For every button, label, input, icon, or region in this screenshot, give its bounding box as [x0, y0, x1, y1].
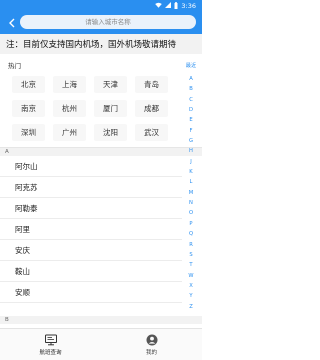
index-item[interactable]: T [189, 260, 192, 270]
notice-text: 注：目前仅支持国内机场，国外机场敬请期待 [6, 40, 177, 50]
wifi-icon [155, 2, 163, 10]
index-item[interactable]: 最近 [186, 60, 196, 72]
index-item[interactable]: G [189, 136, 193, 146]
header [0, 12, 202, 34]
city-row[interactable]: 安顺 [0, 282, 182, 303]
hot-city[interactable]: 厦门 [94, 100, 127, 117]
hot-city[interactable]: 广州 [53, 124, 86, 141]
tab-profile[interactable]: 我的 [101, 329, 202, 360]
hot-city[interactable]: 深圳 [12, 124, 45, 141]
hot-city[interactable]: 上海 [53, 76, 86, 93]
bottom-tab-bar: 航班查询 我的 [0, 328, 202, 360]
index-item[interactable]: N [189, 198, 193, 208]
index-item[interactable]: E [189, 115, 192, 125]
city-list: 阿尔山 阿克苏 阿勒泰 阿里 安庆 鞍山 安顺 [0, 156, 182, 303]
index-item[interactable]: Z [189, 302, 193, 312]
hot-city[interactable]: 沈阳 [94, 124, 127, 141]
hot-city[interactable]: 天津 [94, 76, 127, 93]
index-item[interactable]: W [188, 271, 193, 281]
hot-city[interactable]: 杭州 [53, 100, 86, 117]
profile-icon [145, 334, 159, 346]
index-item[interactable]: J [190, 157, 192, 167]
signal-icon [165, 2, 172, 10]
tab-label: 我的 [145, 349, 157, 356]
chevron-left-icon[interactable] [2, 12, 20, 34]
index-item[interactable]: P [189, 219, 192, 229]
hot-city[interactable]: 成都 [135, 100, 168, 117]
search-input[interactable] [20, 14, 196, 30]
index-item[interactable]: S [189, 250, 192, 260]
hot-section-title: 热门 [8, 62, 21, 70]
index-item[interactable]: Q [189, 229, 193, 239]
city-row[interactable]: 阿尔山 [0, 156, 182, 177]
notice-banner: 注：目前仅支持国内机场，国外机场敬请期待 [0, 34, 202, 54]
index-item[interactable]: Y [189, 291, 192, 301]
city-row[interactable]: 安庆 [0, 240, 182, 261]
city-row[interactable]: 阿里 [0, 219, 182, 240]
search-box [20, 14, 196, 30]
tab-flight-query[interactable]: 航班查询 [0, 329, 101, 360]
index-item[interactable]: B [189, 84, 193, 94]
tab-label: 航班查询 [39, 349, 62, 356]
index-item[interactable]: A [189, 74, 193, 84]
city-row[interactable]: 鞍山 [0, 261, 182, 282]
city-row[interactable]: 阿克苏 [0, 177, 182, 198]
status-time: 3:36 [181, 2, 196, 10]
index-item[interactable]: H [189, 146, 193, 156]
index-item[interactable]: R [189, 240, 193, 250]
index-item[interactable]: M [189, 188, 193, 198]
hot-city[interactable]: 青岛 [135, 76, 168, 93]
index-item[interactable]: X [189, 281, 193, 291]
battery-icon [174, 1, 178, 11]
city-row[interactable]: 阿勒泰 [0, 198, 182, 219]
alphabet-index[interactable]: 最近 A B C D E F G H J K L M N O P Q R S T… [184, 60, 198, 312]
index-item[interactable]: K [189, 167, 192, 177]
index-item[interactable]: O [189, 208, 193, 218]
flight-query-icon [44, 334, 58, 346]
index-item[interactable]: D [189, 105, 193, 115]
section-header-a: A [0, 148, 202, 156]
section-header-b: B [0, 316, 202, 324]
hot-city[interactable]: 南京 [12, 100, 45, 117]
index-item[interactable]: C [189, 95, 193, 105]
status-bar: 3:36 [0, 0, 202, 12]
index-item[interactable]: F [190, 126, 193, 136]
hot-city[interactable]: 武汉 [135, 124, 168, 141]
hot-city[interactable]: 北京 [12, 76, 45, 93]
hot-cities-grid: 北京 上海 天津 青岛 南京 杭州 厦门 成都 深圳 广州 沈阳 武汉 [12, 76, 172, 141]
index-item[interactable]: L [190, 177, 193, 187]
